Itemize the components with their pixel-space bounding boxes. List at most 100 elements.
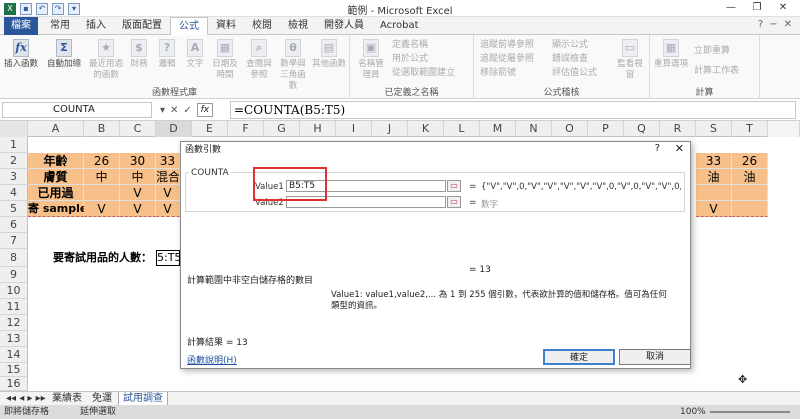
close-button[interactable]: ✕ <box>770 0 796 16</box>
function-help-link[interactable]: 函數說明(H) <box>187 353 237 366</box>
name-manager-button[interactable]: ▣ 名稱管理員 <box>356 39 386 81</box>
row-header-11[interactable]: 11 <box>0 299 28 315</box>
trace-precedents-button[interactable]: 追蹤前導參照 <box>480 39 534 51</box>
minimize-button[interactable]: — <box>718 0 744 16</box>
cell-c5[interactable]: V <box>120 201 156 217</box>
col-header-o[interactable]: O <box>552 121 588 137</box>
row-header-13[interactable]: 13 <box>0 331 28 347</box>
row-header-15[interactable]: 15 <box>0 363 28 377</box>
row-header-10[interactable]: 10 <box>0 283 28 299</box>
row-header-6[interactable]: 6 <box>0 217 28 233</box>
cell-a3[interactable]: 膚質 <box>28 169 84 185</box>
cell-a5[interactable]: 寄 sample <box>28 201 87 217</box>
row-header-12[interactable]: 12 <box>0 315 28 331</box>
calc-options-button[interactable]: ▦ 重算選項 <box>654 39 688 70</box>
define-name-button[interactable]: 定義名稱 <box>392 39 428 51</box>
col-header-k[interactable]: K <box>408 121 444 137</box>
insert-function-button[interactable]: fx 插入函數 <box>4 39 38 70</box>
cell-c2[interactable]: 30 <box>120 153 156 169</box>
col-header-h[interactable]: H <box>300 121 336 137</box>
cell-d3[interactable]: 混合 <box>156 169 180 185</box>
zoom-slider[interactable] <box>710 411 790 413</box>
sheet-tab-1[interactable]: 業績表 <box>48 392 86 406</box>
cell-b4[interactable] <box>84 185 120 201</box>
sheet-tab-2[interactable]: 免運 <box>88 392 116 406</box>
minimize-ribbon-icon[interactable]: − <box>769 19 777 30</box>
tab-file[interactable]: 檔案 <box>4 17 38 35</box>
recent-functions-button[interactable]: ★ 最近用過的函數 <box>88 39 124 81</box>
col-header-c[interactable]: C <box>120 121 156 137</box>
dialog-help-button[interactable]: ? <box>655 143 660 154</box>
tab-data[interactable]: 資料 <box>208 17 244 35</box>
zoom-level[interactable]: 100% <box>680 405 706 419</box>
close-workbook-icon[interactable]: ✕ <box>784 19 792 30</box>
error-checking-button[interactable]: 錯誤檢查 <box>552 53 588 65</box>
tab-insert[interactable]: 插入 <box>78 17 114 35</box>
col-header-l[interactable]: L <box>444 121 480 137</box>
restore-button[interactable]: ❐ <box>744 0 770 16</box>
tab-review[interactable]: 校閱 <box>244 17 280 35</box>
cancel-icon[interactable]: ✕ <box>170 105 178 116</box>
trace-dependents-button[interactable]: 追蹤從屬參照 <box>480 53 534 65</box>
cell-b5[interactable]: V <box>84 201 120 217</box>
col-header-b[interactable]: B <box>84 121 120 137</box>
cell-s3[interactable]: 油 <box>696 169 732 185</box>
scrollbar-top[interactable] <box>768 121 800 137</box>
row-header-9[interactable]: 9 <box>0 267 28 283</box>
col-header-t[interactable]: T <box>732 121 768 137</box>
cell-c3[interactable]: 中 <box>120 169 156 185</box>
remove-arrows-button[interactable]: 移除箭號 <box>480 67 516 79</box>
evaluate-formula-button[interactable]: 評估值公式 <box>552 67 597 79</box>
col-header-d[interactable]: D <box>156 121 192 137</box>
cell-c4[interactable]: V <box>120 185 156 201</box>
datetime-button[interactable]: ▦ 日期及時間 <box>210 39 240 81</box>
tab-home[interactable]: 常用 <box>42 17 78 35</box>
cell-b3[interactable]: 中 <box>84 169 120 185</box>
cell-t3[interactable]: 油 <box>732 169 768 185</box>
watch-window-button[interactable]: ▭ 監看視窗 <box>614 39 646 81</box>
col-header-n[interactable]: N <box>516 121 552 137</box>
sheet-tab-3[interactable]: 試用調查 <box>118 392 168 406</box>
arg2-collapse-icon[interactable]: ▭ <box>447 196 461 208</box>
row-header-16[interactable]: 16 <box>0 377 28 391</box>
col-header-m[interactable]: M <box>480 121 516 137</box>
row-header-3[interactable]: 3 <box>0 169 28 185</box>
cell-s5[interactable]: V <box>696 201 732 217</box>
cell-d5[interactable]: V <box>156 201 180 217</box>
help-icon[interactable]: ? <box>758 19 763 30</box>
row-header-5[interactable]: 5 <box>0 201 28 217</box>
cell-s4[interactable] <box>696 185 732 201</box>
tab-view[interactable]: 檢視 <box>280 17 316 35</box>
col-header-q[interactable]: Q <box>624 121 660 137</box>
tab-developer[interactable]: 開發人員 <box>316 17 372 35</box>
text-button[interactable]: A 文字 <box>182 39 208 70</box>
col-header-e[interactable]: E <box>192 121 228 137</box>
autosum-button[interactable]: Σ 自動加總 <box>44 39 84 70</box>
show-formulas-button[interactable]: 顯示公式 <box>552 39 588 51</box>
col-header-r[interactable]: R <box>660 121 696 137</box>
financial-button[interactable]: $ 財務 <box>126 39 152 70</box>
row-header-14[interactable]: 14 <box>0 347 28 363</box>
col-header-a[interactable]: A <box>28 121 84 137</box>
col-header-s[interactable]: S <box>696 121 732 137</box>
enter-icon[interactable]: ✓ <box>183 105 191 116</box>
tab-page-layout[interactable]: 版面配置 <box>114 17 170 35</box>
calc-now-button[interactable]: 立即重算 <box>694 45 730 57</box>
sheet-nav-icon[interactable]: ◂◂ ◂ ▸ ▸▸ <box>2 392 50 406</box>
col-header-f[interactable]: F <box>228 121 264 137</box>
ok-button[interactable]: 確定 <box>543 349 615 365</box>
row-header-2[interactable]: 2 <box>0 153 28 169</box>
cell-d8-editing[interactable]: 5:T5) <box>156 250 180 266</box>
col-header-p[interactable]: P <box>588 121 624 137</box>
name-box[interactable]: COUNTA <box>2 102 152 118</box>
row-header-7[interactable]: 7 <box>0 233 28 249</box>
cell-b2[interactable]: 26 <box>84 153 120 169</box>
lookup-button[interactable]: ⌕ 查閱與參照 <box>244 39 274 81</box>
row-header-1[interactable]: 1 <box>0 137 28 153</box>
arg1-collapse-icon[interactable]: ▭ <box>447 180 461 192</box>
col-header-j[interactable]: J <box>372 121 408 137</box>
calc-sheet-button[interactable]: 計算工作表 <box>694 65 739 77</box>
cancel-button[interactable]: 取消 <box>619 349 691 365</box>
col-header-g[interactable]: G <box>264 121 300 137</box>
cell-t4[interactable] <box>732 185 768 201</box>
